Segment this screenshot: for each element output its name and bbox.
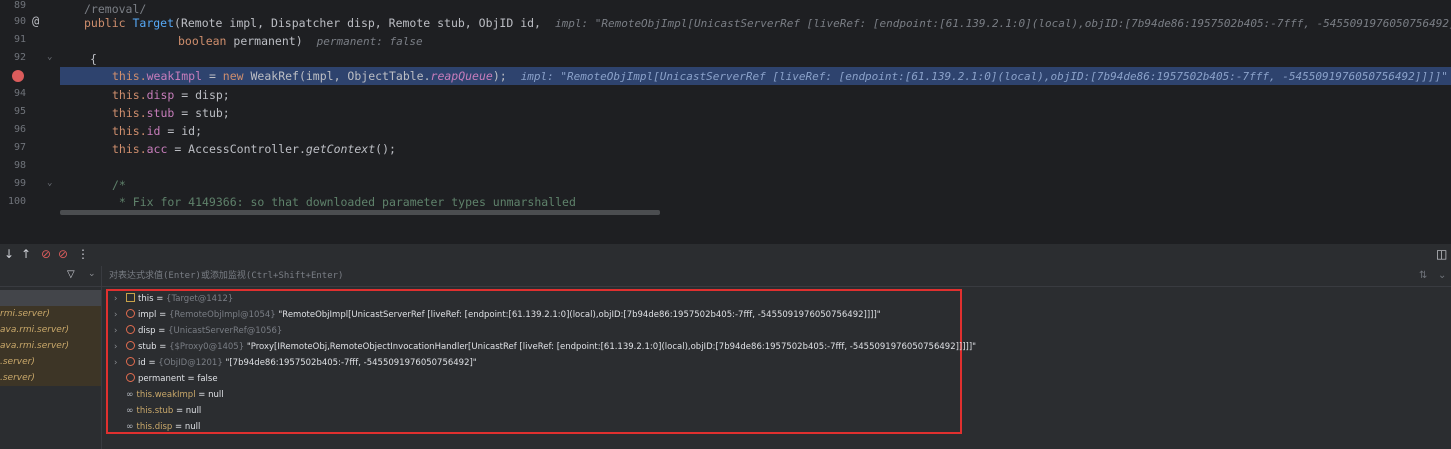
horizontal-scrollbar[interactable] bbox=[60, 210, 660, 215]
line-number: 95 bbox=[13, 106, 26, 117]
mute-breakpoints-icon[interactable]: ⊘ bbox=[58, 247, 68, 261]
code-line-96: this.id = id; bbox=[112, 124, 203, 138]
parameter-icon bbox=[126, 373, 135, 382]
inline-debug-hint: permanent: false bbox=[316, 35, 423, 48]
evaluate-expression-input[interactable]: 对表达式求值(Enter)或添加监视(Ctrl+Shift+Enter) bbox=[109, 271, 343, 281]
layout-settings-icon[interactable]: ◫ bbox=[1436, 247, 1447, 261]
object-icon bbox=[126, 293, 135, 302]
code-line-93-current: this.weakImpl = new WeakRef(impl, Object… bbox=[60, 67, 1451, 85]
chevron-down-icon[interactable]: ⌄ bbox=[1438, 266, 1446, 286]
code-line-95: this.stub = stub; bbox=[112, 106, 230, 120]
frame-item[interactable]: ava.rmi.server) bbox=[0, 338, 101, 354]
parameter-icon bbox=[126, 325, 135, 334]
more-options-icon[interactable]: ⋮ bbox=[77, 247, 89, 261]
frames-header: ▽ ⌄ bbox=[0, 266, 101, 287]
code-line-99: /* bbox=[112, 178, 126, 192]
frame-item[interactable]: ava.rmi.server) bbox=[0, 322, 101, 338]
expand-arrow-icon[interactable]: › bbox=[114, 323, 126, 339]
chevron-down-icon[interactable]: ⌄ bbox=[88, 269, 96, 279]
code-line-97: this.acc = AccessController.getContext()… bbox=[112, 142, 396, 156]
code-line-92: { bbox=[90, 52, 97, 66]
variable-row[interactable]: permanent = false bbox=[114, 371, 218, 387]
variable-row[interactable]: › impl = {RemoteObjImpl@1054} "RemoteObjI… bbox=[114, 307, 881, 323]
variable-row[interactable]: › id = {ObjID@1201} "[7b94de86:1957502b40… bbox=[114, 355, 477, 371]
code-editor[interactable]: 89 90 91 92 94 95 96 97 98 99 100 @ ⌄ ⌄ … bbox=[0, 0, 1451, 216]
expand-arrow-icon[interactable]: › bbox=[114, 339, 126, 355]
variables-tree[interactable]: › this = {Target@1412} › impl = {RemoteObj… bbox=[106, 289, 976, 435]
watch-row[interactable]: ∞ this.disp = null bbox=[114, 419, 200, 435]
line-number: 92 bbox=[13, 52, 26, 63]
filter-icon[interactable]: ▽ bbox=[67, 269, 75, 280]
variable-row[interactable]: › this = {Target@1412} bbox=[114, 291, 233, 307]
history-icon[interactable]: ⇅ bbox=[1419, 266, 1427, 286]
line-number: 99 bbox=[13, 178, 26, 189]
code-line-90: public Target(Remote impl, Dispatcher di… bbox=[60, 14, 1451, 32]
line-number: 98 bbox=[13, 160, 26, 171]
code-line-100: * Fix for 4149366: so that downloaded pa… bbox=[112, 195, 576, 209]
frame-item[interactable]: .server) bbox=[0, 354, 101, 370]
evaluate-expression-bar[interactable]: 对表达式求值(Enter)或添加监视(Ctrl+Shift+Enter) ⇅ ⌄ bbox=[101, 266, 1451, 287]
variable-row[interactable]: › stub = {$Proxy0@1405} "Proxy[IRemoteObj… bbox=[114, 339, 976, 355]
watch-glasses-icon: ∞ bbox=[126, 422, 134, 432]
frames-list[interactable]: ▽ ⌄ rmi.server) ava.rmi.server) ava.rmi.… bbox=[0, 266, 102, 449]
step-out-icon[interactable]: ↓ bbox=[4, 247, 14, 261]
view-breakpoints-icon[interactable]: ⊘ bbox=[41, 247, 51, 261]
code-line-91: boolean permanent) permanent: false bbox=[178, 34, 423, 48]
watch-glasses-icon: ∞ bbox=[126, 390, 134, 400]
step-up-icon[interactable]: ↑ bbox=[21, 247, 31, 261]
line-number: 96 bbox=[13, 124, 26, 135]
parameter-icon bbox=[126, 357, 135, 366]
fold-chevron-icon[interactable]: ⌄ bbox=[47, 178, 52, 188]
code-line-94: this.disp = disp; bbox=[112, 88, 230, 102]
line-number: 89 bbox=[13, 0, 26, 11]
frame-item[interactable] bbox=[0, 290, 101, 306]
watch-row[interactable]: ∞ this.weakImpl = null bbox=[114, 387, 224, 403]
inline-debug-hint: impl: "RemoteObjImpl[UnicastServerRef [l… bbox=[554, 17, 1451, 30]
expand-arrow-icon[interactable]: › bbox=[114, 291, 126, 307]
fold-chevron-icon[interactable]: ⌄ bbox=[47, 52, 52, 62]
parameter-icon bbox=[126, 341, 135, 350]
expand-arrow-icon[interactable]: › bbox=[114, 307, 126, 323]
watch-row[interactable]: ∞ this.stub = null bbox=[114, 403, 201, 419]
line-number: 94 bbox=[13, 88, 26, 99]
watch-glasses-icon: ∞ bbox=[126, 406, 134, 416]
frame-item[interactable]: .server) bbox=[0, 370, 101, 386]
breakpoint-icon[interactable] bbox=[12, 70, 24, 82]
inline-debug-hint: impl: "RemoteObjImpl[UnicastServerRef [l… bbox=[520, 70, 1448, 83]
line-number: 100 bbox=[7, 196, 26, 207]
line-number: 97 bbox=[13, 142, 26, 153]
expand-arrow-icon[interactable]: › bbox=[114, 355, 126, 371]
override-marker-icon[interactable]: @ bbox=[32, 14, 39, 28]
panel-splitter[interactable] bbox=[0, 216, 1451, 245]
frame-item[interactable]: rmi.server) bbox=[0, 306, 101, 322]
parameter-icon bbox=[126, 309, 135, 318]
editor-gutter: 89 90 91 92 94 95 96 97 98 99 100 @ ⌄ ⌄ bbox=[0, 0, 58, 216]
variable-row[interactable]: › disp = {UnicastServerRef@1056} bbox=[114, 323, 282, 339]
debug-toolbar: ↓ ↑ ⊘ ⊘ ⋮ ◫ bbox=[0, 244, 1451, 266]
line-number: 91 bbox=[13, 34, 26, 45]
line-number: 90 bbox=[13, 16, 26, 27]
